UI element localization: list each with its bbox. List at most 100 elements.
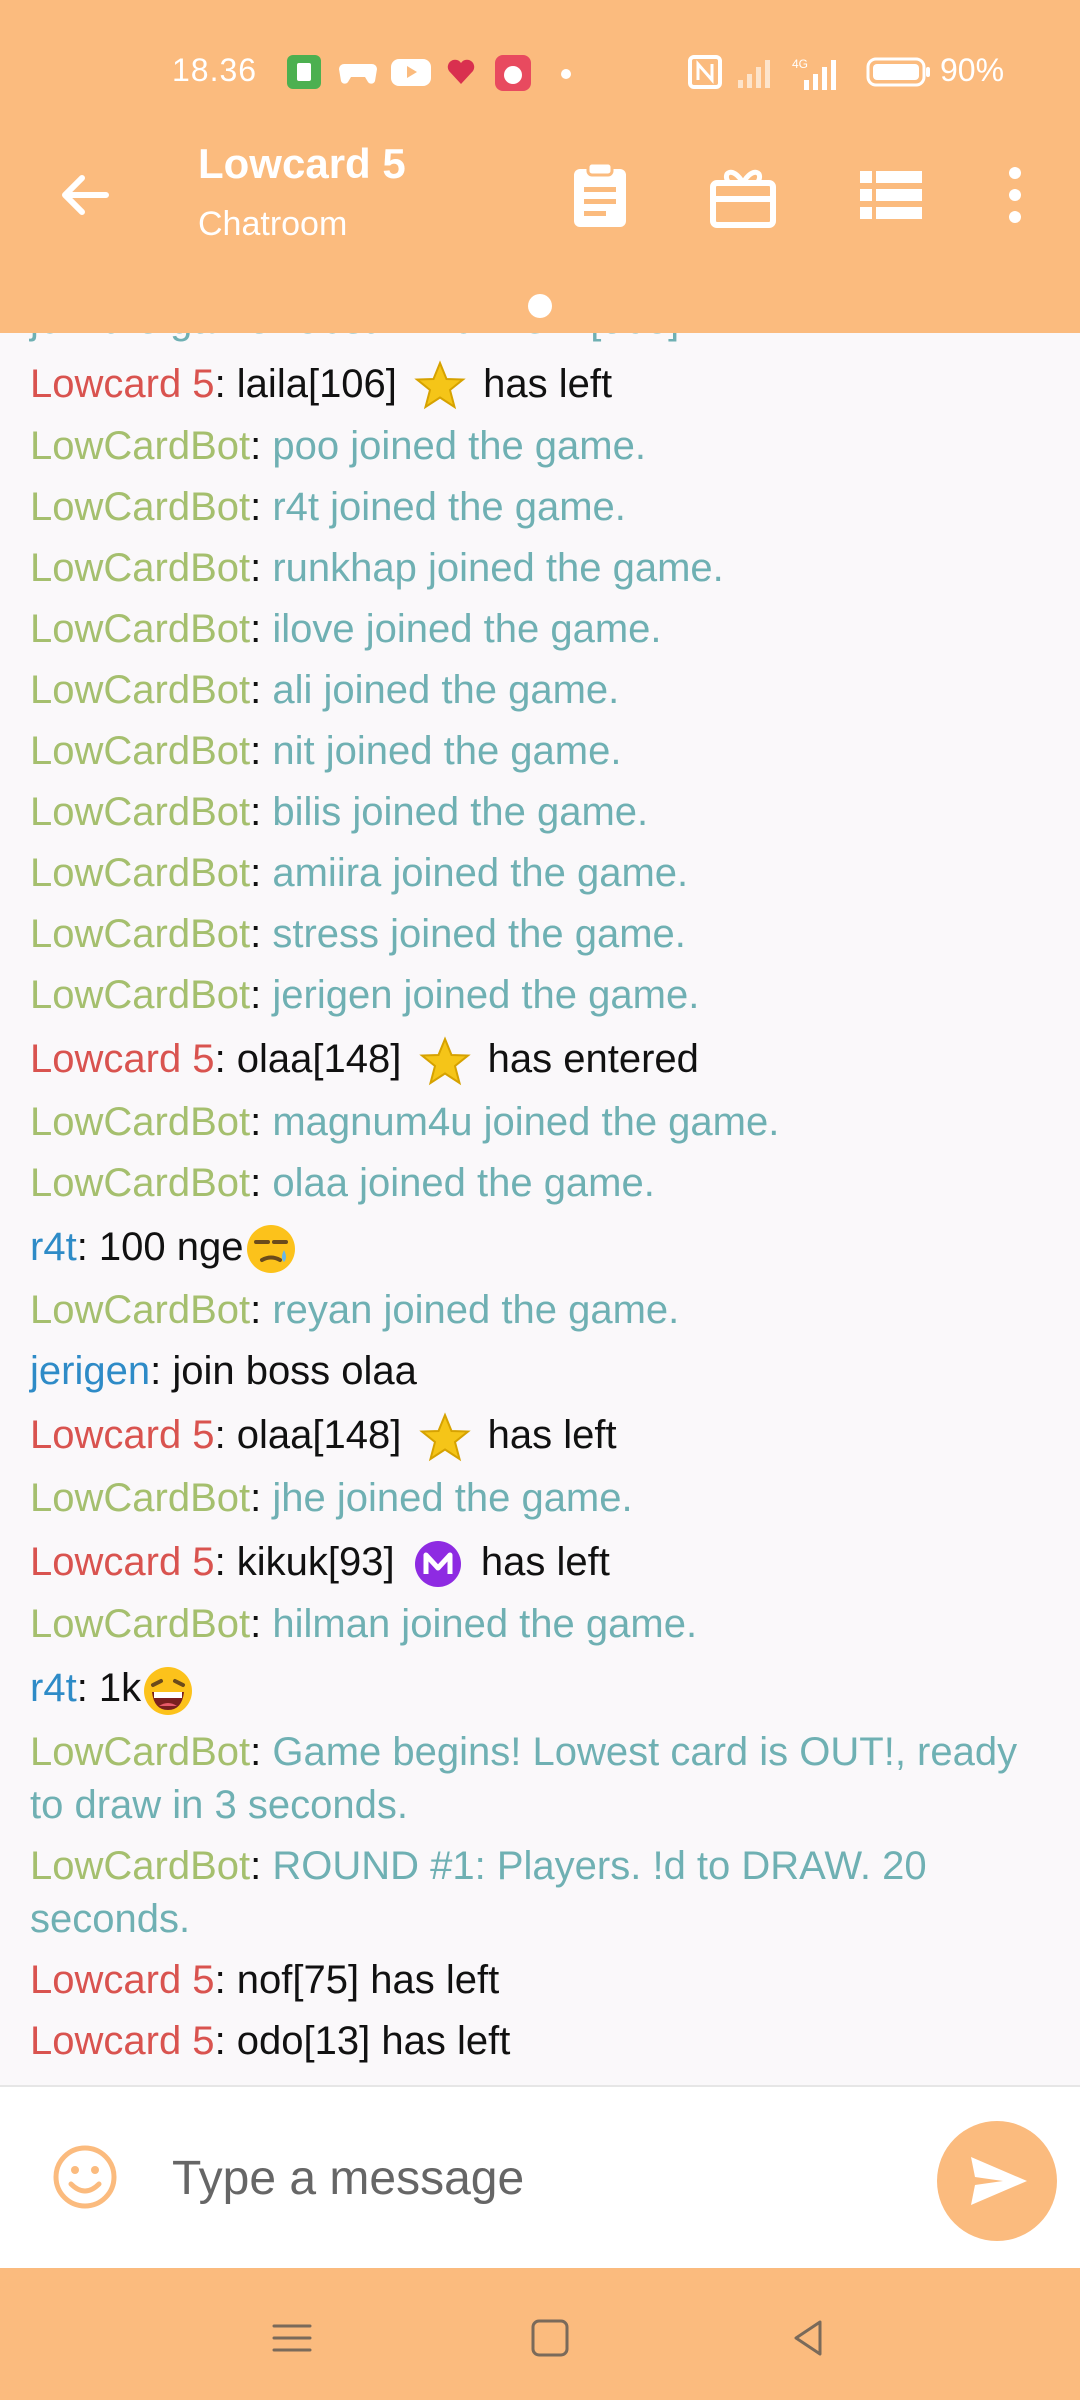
message-text: laila[106] [236, 362, 397, 406]
chat-title: Lowcard 5 [198, 140, 406, 187]
message-sender[interactable]: Lowcard 5 [30, 1037, 215, 1081]
chat-message: LowCardBot: ROUND #1: Players. !d to DRA… [30, 1843, 927, 1941]
message-sender[interactable]: LowCardBot [30, 973, 250, 1017]
chat-message: LowCardBot: jhe joined the game. [30, 1475, 633, 1520]
message-sender[interactable]: Lowcard 5 [30, 1413, 215, 1457]
status-time: 18.36 [172, 52, 258, 88]
menu-icon[interactable] [262, 2308, 322, 2368]
laughing-face-icon [144, 1666, 193, 1715]
chat-message: LowCardBot: ilove joined the game. [30, 607, 662, 652]
battery-icon [866, 57, 930, 87]
message-sender[interactable]: LowCardBot [30, 1476, 250, 1520]
message-text: 1k [98, 1666, 142, 1711]
chat-message: Lowcard 5: kikuk[93] has left [0, 1530, 1080, 1595]
message-sender[interactable]: LowCardBot [30, 790, 250, 834]
list-icon[interactable] [850, 155, 930, 235]
message-sender[interactable]: LowCardBot [30, 1730, 250, 1774]
message-sender[interactable]: LowCardBot [30, 1288, 250, 1332]
chat-message: LowCardBot: nit joined the game. [30, 729, 622, 774]
status-bar: 18.36 4G 90% [0, 38, 1080, 108]
message-text: stress joined the game. [272, 912, 686, 957]
message-text: magnum4u joined the game. [272, 1099, 780, 1144]
back-arrow-icon[interactable] [50, 160, 120, 230]
chat-message: join the game. Cost: 77.0 MGR [563] [0, 333, 1080, 352]
app-header: 18.36 4G 90% Lowcard 5 Chatroom [0, 0, 1080, 333]
message-sender[interactable]: r4t [30, 1666, 77, 1710]
message-sender[interactable]: LowCardBot [30, 729, 250, 773]
chat-message: Lowcard 5: olaa[148] has left [0, 1403, 1080, 1468]
send-icon [971, 2157, 1027, 2205]
star-badge-icon [418, 1412, 471, 1462]
message-sender[interactable]: LowCardBot [30, 1161, 250, 1205]
message-input[interactable] [170, 2127, 904, 2229]
app-notification-icon [495, 55, 531, 91]
message-text: bilis joined the game. [272, 790, 649, 835]
message-sender[interactable]: LowCardBot [30, 1844, 250, 1888]
unamused-face-icon [246, 1225, 295, 1274]
chat-message: LowCardBot: bilis joined the game. [30, 790, 649, 835]
message-text: reyan joined the game. [272, 1288, 680, 1333]
message-suffix: has entered [487, 1037, 699, 1082]
app-notification-icon [287, 55, 321, 89]
message-sender[interactable]: jerigen [30, 1349, 150, 1393]
emoji-icon[interactable] [50, 2142, 120, 2212]
message-text: olaa[148] [236, 1037, 402, 1082]
heart-notification-icon [447, 59, 475, 84]
page-indicator-dot [528, 294, 552, 318]
message-text: join boss olaa [172, 1349, 417, 1394]
chat-message: Lowcard 5: olaa[148] has entered [0, 1027, 1080, 1092]
message-sender[interactable]: Lowcard 5 [30, 362, 215, 406]
message-suffix: has left [487, 1413, 617, 1458]
system-nav-bar [0, 2268, 1080, 2400]
message-sender[interactable]: LowCardBot [30, 607, 250, 651]
chat-message: Lowcard 5: laila[106] has left [0, 352, 1080, 417]
message-suffix: has left [483, 362, 613, 406]
message-sender[interactable]: LowCardBot [30, 1100, 250, 1144]
chat-message: LowCardBot: reyan joined the game. [30, 1288, 680, 1333]
message-text: poo joined the game. [272, 424, 646, 469]
message-text: olaa[148] [236, 1413, 402, 1458]
star-badge-icon [414, 360, 466, 410]
message-composer [0, 2085, 1080, 2269]
message-sender[interactable]: r4t [30, 1225, 77, 1269]
message-text: join the game. Cost: 77.0 MGR [563] [30, 333, 679, 342]
chat-message: LowCardBot: amiira joined the game. [30, 851, 689, 896]
send-button[interactable] [937, 2121, 1057, 2241]
clipboard-icon[interactable] [560, 155, 640, 235]
back-triangle-icon[interactable] [778, 2308, 838, 2368]
message-sender[interactable]: LowCardBot [30, 424, 250, 468]
message-text: ali joined the game. [272, 668, 620, 713]
chat-message: LowCardBot: Game begins! Lowest card is … [30, 1729, 1018, 1827]
message-sender[interactable]: LowCardBot [30, 485, 250, 529]
chat-message-list[interactable]: join the game. Cost: 77.0 MGR [563] Lowc… [0, 333, 1080, 2085]
message-sender[interactable]: LowCardBot [30, 668, 250, 712]
chat-message: LowCardBot: poo joined the game. [30, 424, 646, 469]
message-sender[interactable]: LowCardBot [30, 851, 250, 895]
chat-message: jerigen: join boss olaa [30, 1349, 417, 1394]
message-text: amiira joined the game. [272, 851, 689, 896]
home-square-icon[interactable] [520, 2308, 580, 2368]
message-text: nof[75] has left [236, 1957, 500, 2002]
nfc-icon [688, 55, 722, 89]
message-text: nit joined the game. [272, 729, 622, 774]
chat-message: r4t: 1k [0, 1656, 1080, 1722]
message-sender[interactable]: LowCardBot [30, 912, 250, 956]
message-sender[interactable]: Lowcard 5 [30, 1958, 215, 2002]
chat-message: LowCardBot: ali joined the game. [30, 668, 620, 713]
chat-message: LowCardBot: stress joined the game. [30, 912, 686, 957]
message-sender[interactable]: Lowcard 5 [30, 1540, 215, 1584]
gift-icon[interactable] [703, 155, 783, 235]
message-text: kikuk[93] [236, 1539, 395, 1584]
chat-message: LowCardBot: magnum4u joined the game. [30, 1099, 780, 1144]
chat-message: LowCardBot: jerigen joined the game. [30, 973, 700, 1018]
more-vertical-icon[interactable] [975, 155, 1055, 235]
signal-4g-icon: 4G [792, 57, 836, 90]
message-sender[interactable]: Lowcard 5 [30, 2019, 215, 2063]
chat-message: LowCardBot: hilman joined the game. [30, 1602, 698, 1647]
message-sender[interactable]: LowCardBot [30, 1602, 250, 1646]
message-suffix: has left [480, 1539, 610, 1584]
message-text: 100 nge [98, 1224, 244, 1269]
message-text: runkhap joined the game. [272, 546, 724, 591]
message-sender[interactable]: LowCardBot [30, 546, 250, 590]
m-badge-icon [414, 1541, 461, 1588]
